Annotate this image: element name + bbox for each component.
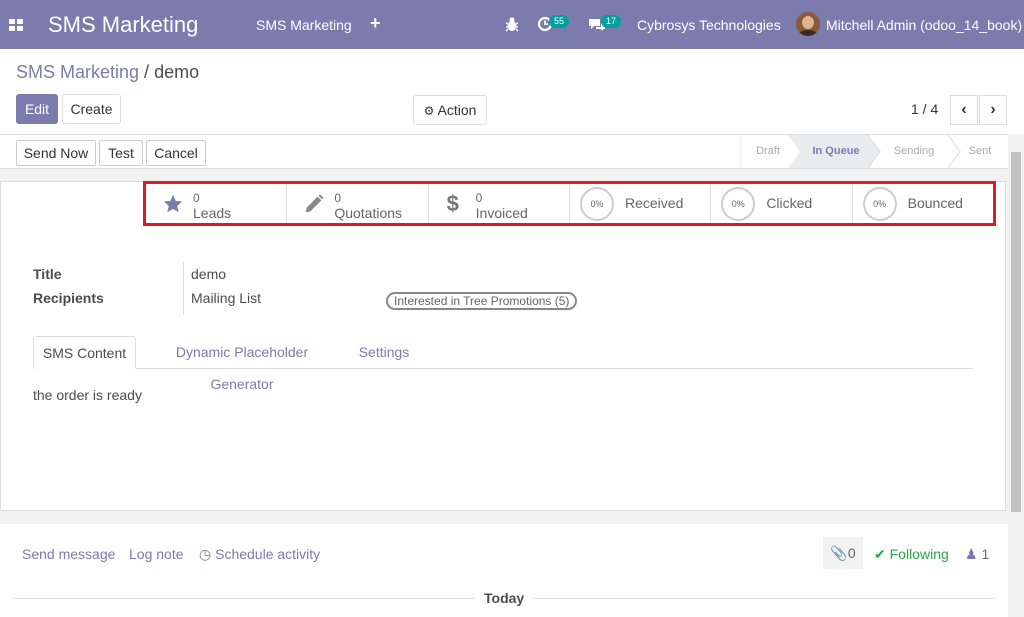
paperclip-icon: 📎 xyxy=(830,545,848,561)
breadcrumb-current: demo xyxy=(154,62,200,82)
tab-settings[interactable]: Settings xyxy=(351,336,417,369)
tab-dynamic-placeholder-generator[interactable]: Dynamic Placeholder Generator xyxy=(143,336,341,392)
cancel-button[interactable]: Cancel xyxy=(146,140,206,166)
followers-count: 1 xyxy=(981,546,990,562)
test-button[interactable]: Test xyxy=(99,140,143,166)
send-message-button[interactable]: Send message xyxy=(22,546,115,562)
activity-count-badge: 55 xyxy=(549,15,570,28)
star-icon xyxy=(163,194,183,213)
dollar-icon: $ xyxy=(446,191,459,216)
following-button[interactable]: ✔ Following xyxy=(874,546,949,563)
status-bar: Send Now Test Cancel Draft In Queue Send… xyxy=(0,134,1008,169)
stage-sending[interactable]: Sending xyxy=(880,135,948,168)
user-menu[interactable]: Mitchell Admin (odoo_14_book) xyxy=(826,17,1022,33)
log-note-button[interactable]: Log note xyxy=(129,546,184,562)
schedule-activity-label: Schedule activity xyxy=(215,546,321,562)
pencil-icon xyxy=(306,194,324,213)
stage-sent[interactable]: Sent xyxy=(960,135,1000,168)
today-divider-label: Today xyxy=(484,590,525,606)
action-label: Action xyxy=(437,102,477,118)
leads-count: 0 xyxy=(193,191,200,205)
notebook-tabs: SMS Content Dynamic Placeholder Generato… xyxy=(33,336,973,392)
plus-icon[interactable]: + xyxy=(370,13,381,34)
message-count-badge: 17 xyxy=(601,15,622,28)
received-label: Received xyxy=(624,195,684,211)
sms-content-body[interactable]: the order is ready xyxy=(33,387,142,403)
quotations-count: 0 xyxy=(334,191,342,205)
user-icon: ♟ xyxy=(965,546,978,562)
clicked-label: Clicked xyxy=(766,195,813,211)
cog-icon: ⚙ xyxy=(423,104,435,118)
breadcrumb-parent[interactable]: SMS Marketing xyxy=(16,62,139,82)
clicked-stat-button[interactable]: 0% Clicked xyxy=(710,184,851,223)
recipients-field[interactable]: Mailing List xyxy=(191,290,261,306)
edit-button[interactable]: Edit xyxy=(16,94,58,124)
invoiced-label: Invoiced xyxy=(475,205,528,221)
user-avatar[interactable] xyxy=(796,12,820,36)
scrollbar-thumb[interactable] xyxy=(1011,152,1021,512)
menu-sms-marketing[interactable]: SMS Marketing xyxy=(256,17,352,33)
stat-button-box: 0 Leads 0 Quotations $ 0 Invoiced 0% Rec… xyxy=(143,181,996,226)
create-button[interactable]: Create xyxy=(62,94,121,124)
stage-in-queue[interactable]: In Queue xyxy=(800,135,872,168)
breadcrumb: SMS Marketing / demo xyxy=(16,62,199,83)
scrollbar[interactable] xyxy=(1008,134,1024,617)
bug-icon[interactable] xyxy=(505,16,519,32)
invoiced-count: 0 xyxy=(475,191,483,205)
quotations-label: Quotations xyxy=(334,205,403,221)
leads-stat-button[interactable]: 0 Leads xyxy=(146,184,286,223)
attachment-count: 0 xyxy=(847,545,856,561)
tab-sms-content[interactable]: SMS Content xyxy=(33,336,136,369)
top-navbar: SMS Marketing SMS Marketing + 55 17 Cybr… xyxy=(0,0,1024,49)
bounced-progress-ring: 0% xyxy=(862,187,897,221)
title-label: Title xyxy=(33,266,62,282)
leads-label: Leads xyxy=(193,205,232,221)
app-title[interactable]: SMS Marketing xyxy=(48,12,198,38)
mailing-list-tag[interactable]: Interested in Tree Promotions (5) xyxy=(386,292,578,310)
action-button[interactable]: ⚙ Action xyxy=(413,95,487,125)
chevron-right-icon[interactable]: › xyxy=(979,95,1007,125)
schedule-activity-button[interactable]: ◷ Schedule activity xyxy=(199,546,320,563)
invoiced-stat-button[interactable]: $ 0 Invoiced xyxy=(427,184,569,223)
bounced-label: Bounced xyxy=(907,195,963,211)
today-divider-left xyxy=(12,598,475,599)
clicked-progress-ring: 0% xyxy=(721,187,756,221)
pager-value[interactable]: 1 / 4 xyxy=(911,101,938,117)
today-divider-right xyxy=(532,598,996,599)
field-separator xyxy=(183,262,184,315)
quotations-stat-button[interactable]: 0 Quotations xyxy=(286,184,427,223)
received-progress-ring: 0% xyxy=(579,187,614,221)
check-icon: ✔ xyxy=(874,546,886,562)
followers-button[interactable]: ♟ 1 xyxy=(965,546,989,563)
stage-draft[interactable]: Draft xyxy=(740,135,796,168)
clock-icon: ◷ xyxy=(199,546,212,562)
recipients-label: Recipients xyxy=(33,290,104,306)
following-label: Following xyxy=(889,546,949,562)
chevron-left-icon[interactable]: ‹ xyxy=(950,95,978,125)
company-switcher[interactable]: Cybrosys Technologies xyxy=(637,17,781,33)
breadcrumb-separator: / xyxy=(139,62,155,82)
received-stat-button[interactable]: 0% Received xyxy=(568,184,710,223)
title-field[interactable]: demo xyxy=(191,266,226,282)
attachment-button[interactable]: 📎0 xyxy=(823,537,863,569)
apps-icon[interactable] xyxy=(9,19,23,31)
bounced-stat-button[interactable]: 0% Bounced xyxy=(851,184,993,223)
send-now-button[interactable]: Send Now xyxy=(16,140,96,166)
